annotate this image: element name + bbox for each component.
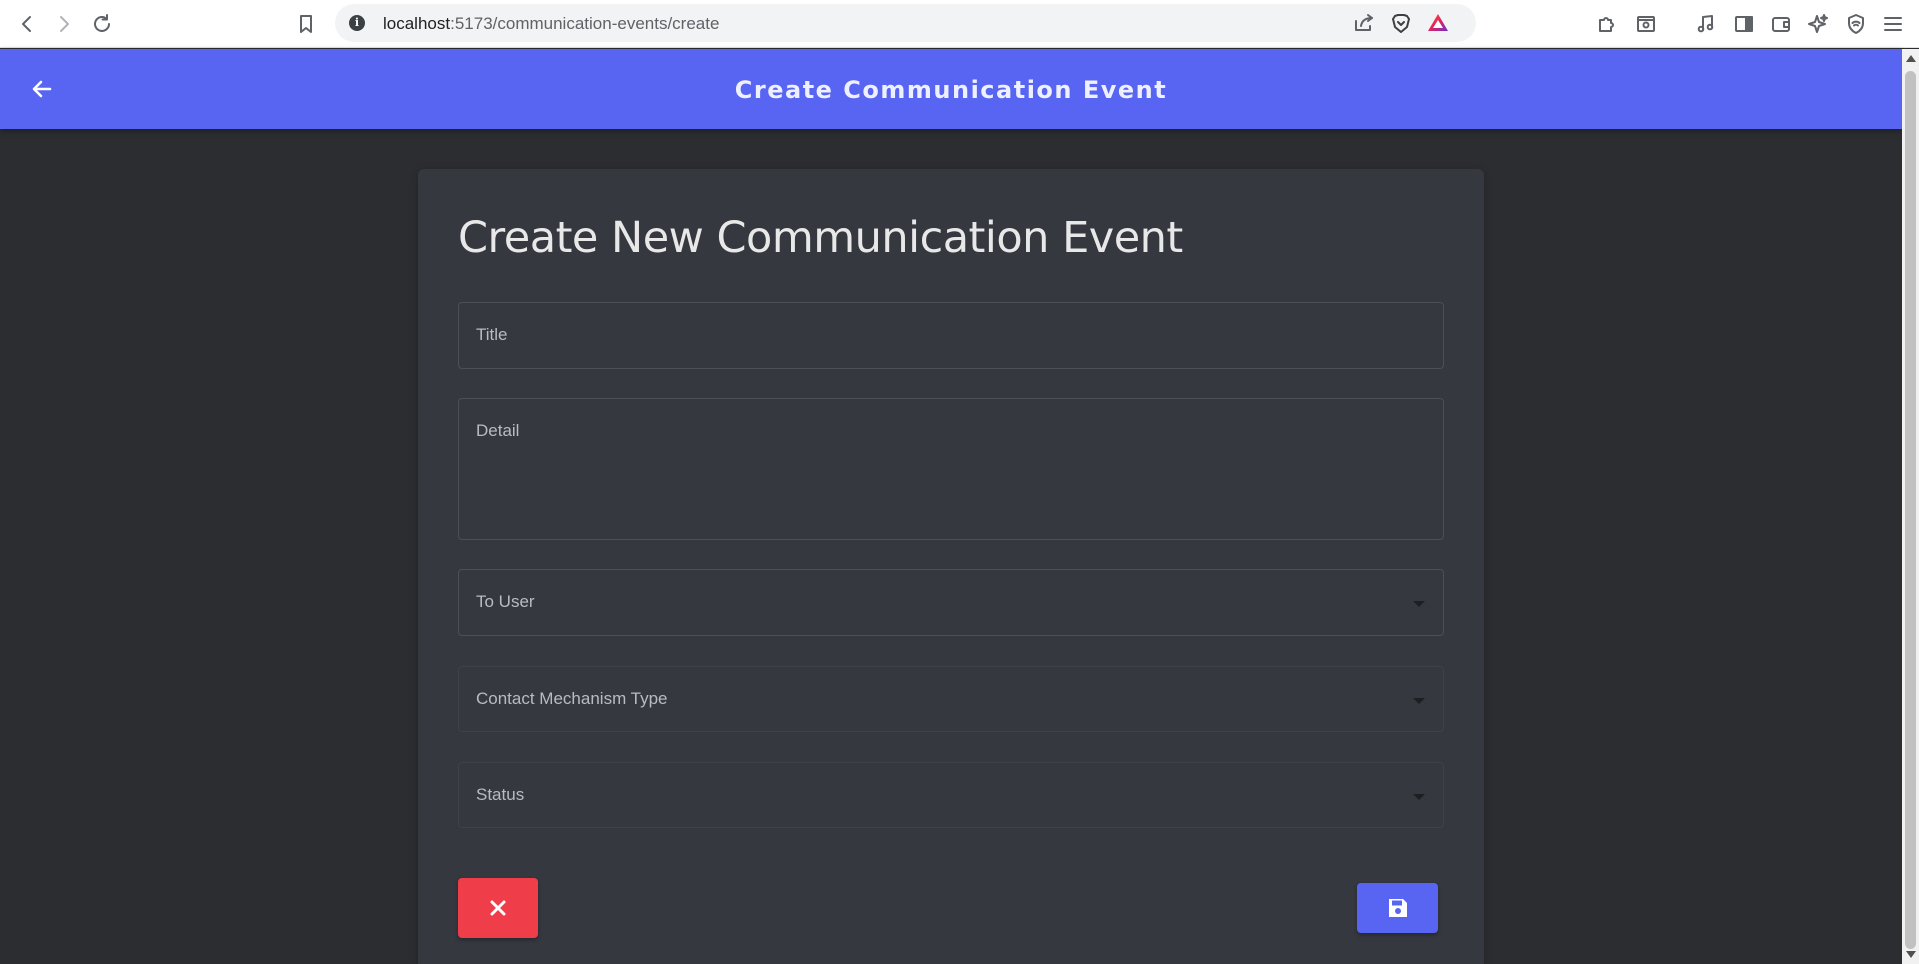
page-title: Create Communication Event: [734, 76, 1168, 104]
sparkle-icon: [1808, 14, 1828, 33]
chevron-down-icon: [1413, 698, 1425, 704]
title-input[interactable]: Title: [458, 302, 1444, 369]
shield-wifi-icon: [1848, 14, 1864, 34]
form-card: Create New Communication Event Title Det…: [418, 169, 1484, 964]
puzzle-piece-icon: [1599, 17, 1614, 32]
chevron-left-icon: [22, 16, 31, 32]
brave-shields-button[interactable]: [1387, 9, 1415, 37]
url-text: localhost:5173/communication-events/crea…: [383, 14, 719, 34]
url-host: localhost: [383, 14, 451, 33]
form-heading: Create New Communication Event: [458, 213, 1183, 263]
share-button[interactable]: [1350, 9, 1378, 37]
contact-mechanism-type-select[interactable]: Contact Mechanism Type: [458, 666, 1444, 732]
scroll-up-arrow-icon[interactable]: [1906, 55, 1916, 62]
page-search-icon: [1637, 16, 1655, 32]
detail-textarea[interactable]: Detail: [458, 398, 1444, 540]
share-icon: [1355, 14, 1373, 31]
wallet-icon: [1772, 17, 1790, 32]
brave-rewards-triangle-icon: [1428, 14, 1448, 31]
save-button[interactable]: [1357, 883, 1438, 933]
brave-rewards-button[interactable]: [1424, 9, 1452, 37]
browser-menu-button[interactable]: [1879, 10, 1907, 38]
chevron-down-icon: [1413, 601, 1425, 607]
wallet-button[interactable]: [1767, 10, 1795, 38]
status-select[interactable]: Status: [458, 762, 1444, 828]
site-info-icon[interactable]: i: [349, 15, 365, 31]
url-path: :5173/communication-events/create: [450, 14, 720, 33]
reload-icon: [94, 14, 110, 32]
browser-toolbar: i localhost:5173/communication-events/cr…: [0, 0, 1919, 48]
bookmark-icon: [300, 15, 312, 33]
contact-mechanism-type-select-label: Contact Mechanism Type: [476, 689, 668, 708]
page-scrollbar[interactable]: [1902, 49, 1919, 964]
title-input-label: Title: [476, 325, 508, 344]
media-button[interactable]: [1692, 10, 1720, 38]
music-note-icon: [1697, 15, 1714, 33]
sidebar-button[interactable]: [1730, 10, 1758, 38]
detail-textarea-label: Detail: [476, 421, 520, 440]
floppy-disk-icon: [1388, 899, 1407, 917]
chevron-right-icon: [60, 16, 69, 32]
reader-mode-button[interactable]: [1632, 10, 1660, 38]
app-header: Create Communication Event: [0, 49, 1902, 129]
browser-back-button[interactable]: [13, 10, 41, 38]
bookmark-button[interactable]: [292, 10, 320, 38]
to-user-select-label: To User: [476, 592, 535, 611]
extensions-button[interactable]: [1593, 10, 1621, 38]
sidebar-icon: [1735, 16, 1753, 32]
leo-ai-button[interactable]: [1804, 10, 1832, 38]
brave-lion-icon: [1392, 14, 1410, 33]
cancel-button[interactable]: [458, 878, 538, 938]
browser-reload-button[interactable]: [88, 10, 116, 38]
browser-forward-button[interactable]: [50, 10, 78, 38]
chevron-down-icon: [1413, 794, 1425, 800]
address-bar[interactable]: i localhost:5173/communication-events/cr…: [335, 4, 1476, 42]
status-select-label: Status: [476, 785, 525, 804]
scrollbar-thumb[interactable]: [1905, 71, 1916, 949]
scroll-down-arrow-icon[interactable]: [1906, 951, 1916, 958]
hamburger-menu-icon: [1884, 17, 1902, 31]
to-user-select[interactable]: To User: [458, 569, 1444, 636]
close-icon: [490, 900, 506, 916]
vpn-button[interactable]: [1842, 10, 1870, 38]
